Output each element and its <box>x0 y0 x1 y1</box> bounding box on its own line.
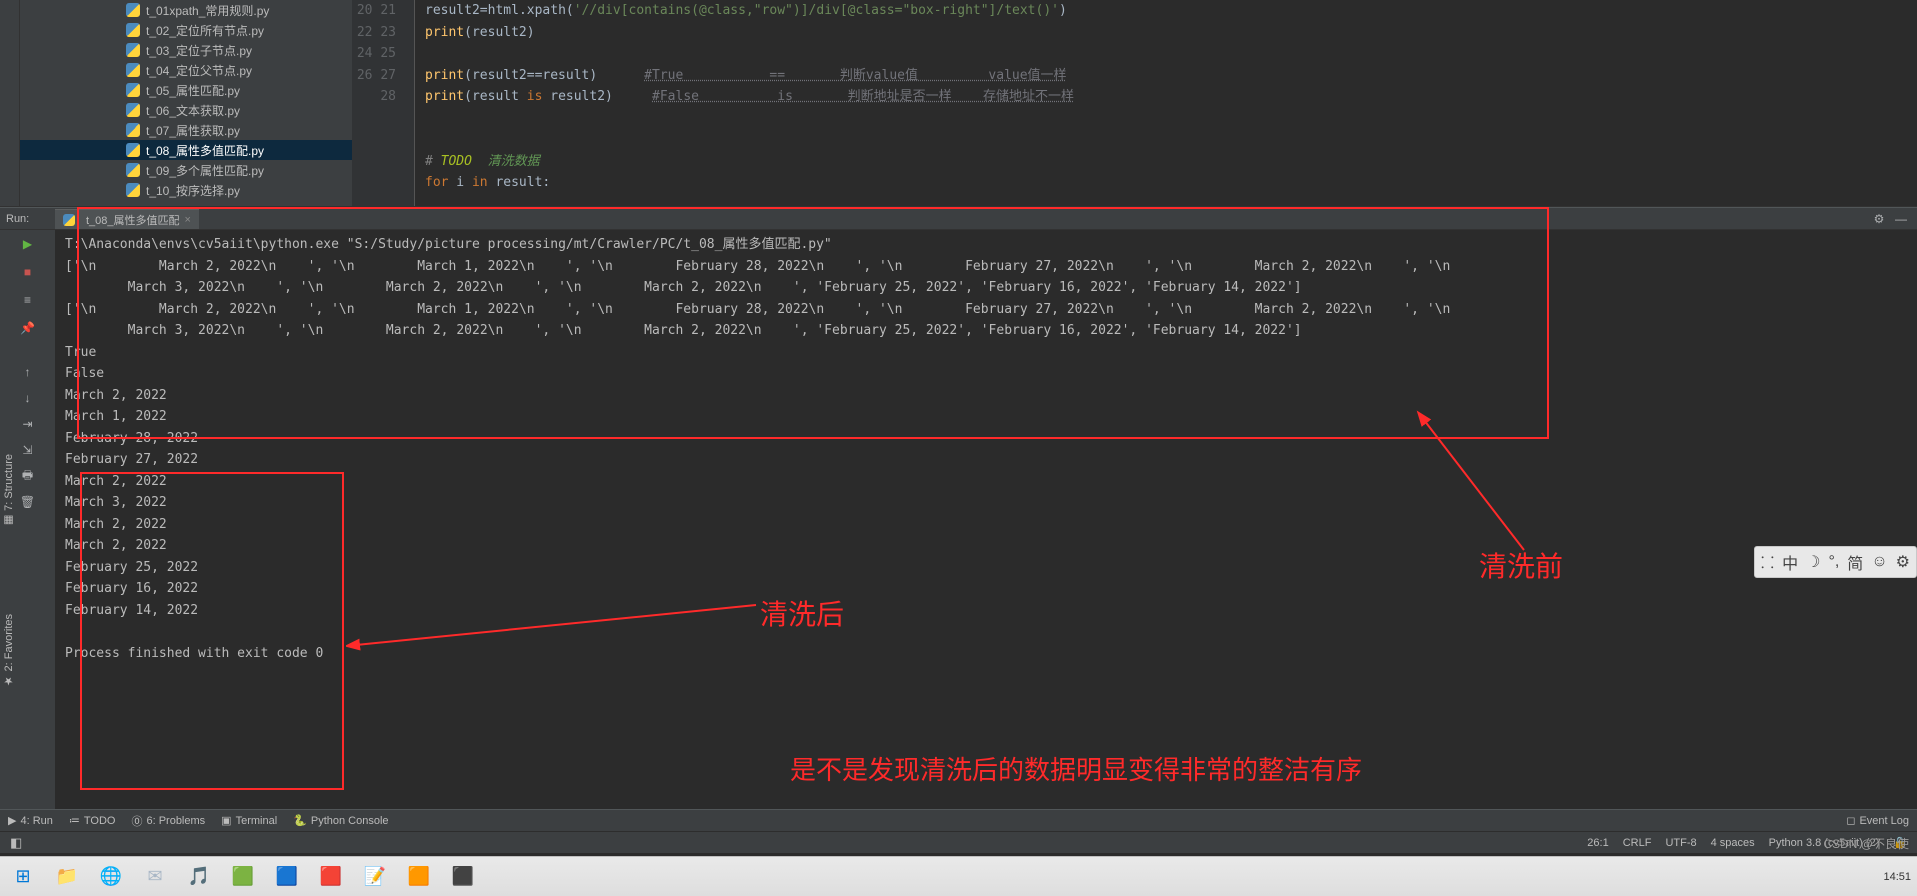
taskbar-app-icon[interactable]: 📝 <box>358 862 392 892</box>
tree-item-label: t_03_定位子节点.py <box>146 42 252 59</box>
taskbar-app-icon[interactable]: 🟥 <box>314 862 348 892</box>
code-content[interactable]: result2=html.xpath('//div[contains(@clas… <box>414 0 1917 206</box>
taskbar-app-icon[interactable]: ✉ <box>138 862 172 892</box>
python-file-icon <box>63 214 75 226</box>
tree-item-label: t_04_定位父节点.py <box>146 62 252 79</box>
windows-taskbar[interactable]: ⊞ 📁 🌐 ✉ 🎵 🟩 🟦 🟥 📝 🟧 ⬛ 14:51 <box>0 856 1917 896</box>
tree-item[interactable]: t_01xpath_常用规则.py <box>20 0 352 20</box>
problems-tab-button[interactable]: ⓪ 6: Problems <box>131 813 205 829</box>
up-icon[interactable]: ↑ <box>20 364 36 380</box>
ime-moon-icon[interactable]: ☽ <box>1806 552 1820 572</box>
encoding[interactable]: UTF-8 <box>1665 837 1696 849</box>
wrap-icon[interactable]: ⇥ <box>20 416 36 432</box>
run-label: Run: <box>0 208 55 230</box>
python-file-icon <box>126 183 140 197</box>
project-tree[interactable]: t_01xpath_常用规则.py t_02_定位所有节点.py t_03_定位… <box>20 0 352 206</box>
tree-item[interactable]: t_04_定位父节点.py <box>20 60 352 80</box>
tree-item[interactable]: t_03_定位子节点.py <box>20 40 352 60</box>
watermark: CSDN @不良使 <box>1823 835 1909 852</box>
event-log-button[interactable]: ◻ Event Log <box>1846 814 1909 827</box>
todo-tab-button[interactable]: ≔ TODO <box>69 814 116 827</box>
python-file-icon <box>126 43 140 57</box>
structure-tool-button[interactable]: ▦ 7: Structure <box>0 450 17 531</box>
python-file-icon <box>126 23 140 37</box>
run-tab[interactable]: t_08_属性多值匹配 × <box>55 209 199 229</box>
down-icon[interactable]: ↓ <box>20 390 36 406</box>
code-editor[interactable]: 20 21 22 23 24 25 26 27 28 result2=html.… <box>352 0 1917 206</box>
ime-settings-icon[interactable]: ⚙ <box>1896 552 1910 572</box>
run-tab-button[interactable]: ▶ 4: Run <box>8 814 53 827</box>
trash-icon[interactable]: 🗑 <box>20 494 36 510</box>
left-tool-strip <box>0 0 20 206</box>
print-icon[interactable]: 🖶 <box>20 468 36 484</box>
python-file-icon <box>126 103 140 117</box>
tool-window-icon[interactable]: ◧ <box>10 835 22 851</box>
ime-punct-toggle[interactable]: °, <box>1828 553 1839 571</box>
taskbar-app-icon[interactable]: 🟧 <box>402 862 436 892</box>
layout-icon[interactable]: ≡ <box>20 292 36 308</box>
taskbar-app-icon[interactable]: 📁 <box>50 862 84 892</box>
python-console-tab-button[interactable]: 🐍 Python Console <box>293 814 388 827</box>
line-separator[interactable]: CRLF <box>1623 837 1652 849</box>
status-bar: ◧ 26:1 CRLF UTF-8 4 spaces Python 3.8 (c… <box>0 831 1917 853</box>
terminal-tab-button[interactable]: ▣ Terminal <box>221 814 277 827</box>
taskbar-app-icon[interactable]: 🌐 <box>94 862 128 892</box>
tree-item-label: t_08_属性多值匹配.py <box>146 142 264 159</box>
taskbar-app-icon[interactable]: 🟦 <box>270 862 304 892</box>
python-file-icon <box>126 83 140 97</box>
tree-item-label: t_02_定位所有节点.py <box>146 22 264 39</box>
tray-clock[interactable]: 14:51 <box>1883 871 1911 883</box>
taskbar-app-icon[interactable]: 🎵 <box>182 862 216 892</box>
ime-emoji-icon[interactable]: ☺ <box>1871 553 1887 571</box>
tree-item[interactable]: t_02_定位所有节点.py <box>20 20 352 40</box>
rerun-icon[interactable]: ▶ <box>20 236 36 252</box>
tree-item[interactable]: t_09_多个属性匹配.py <box>20 160 352 180</box>
stop-icon[interactable]: ■ <box>20 264 36 280</box>
tree-item[interactable]: t_06_文本获取.py <box>20 100 352 120</box>
python-file-icon <box>126 3 140 17</box>
tree-item[interactable]: t_10_按序选择.py <box>20 180 352 200</box>
ime-simp-toggle[interactable]: 简 <box>1847 550 1863 574</box>
minimize-icon[interactable]: — <box>1893 211 1909 227</box>
run-tab-bar: t_08_属性多值匹配 × <box>55 208 1917 230</box>
ime-grip-icon[interactable]: ⸬ <box>1761 551 1774 573</box>
ime-floating-bar[interactable]: ⸬ 中 ☽ °, 简 ☺ ⚙ <box>1754 546 1917 578</box>
python-file-icon <box>126 163 140 177</box>
settings-icon[interactable]: ⚙ <box>1871 211 1887 227</box>
ime-lang-toggle[interactable]: 中 <box>1782 550 1798 574</box>
tree-item-selected[interactable]: t_08_属性多值匹配.py <box>20 140 352 160</box>
tree-item[interactable]: t_07_属性获取.py <box>20 120 352 140</box>
tree-item-label: t_10_按序选择.py <box>146 182 240 199</box>
tree-item-label: t_05_属性匹配.py <box>146 82 240 99</box>
start-button[interactable]: ⊞ <box>6 862 40 892</box>
tree-item-label: t_01xpath_常用规则.py <box>146 2 269 19</box>
python-file-icon <box>126 63 140 77</box>
console-output[interactable]: T:\Anaconda\envs\cv5aiit\python.exe "S:/… <box>55 230 1917 809</box>
tree-item-label: t_09_多个属性匹配.py <box>146 162 264 179</box>
run-tool-window: Run: ⚙ — ▶ ■ ≡ 📌 ↑ ↓ ⇥ ⇲ 🖶 🗑 <box>0 207 1917 809</box>
scroll-icon[interactable]: ⇲ <box>20 442 36 458</box>
python-file-icon <box>126 123 140 137</box>
tree-item-label: t_06_文本获取.py <box>146 102 240 119</box>
indent[interactable]: 4 spaces <box>1711 837 1755 849</box>
bottom-toolbar: ▶ 4: Run ≔ TODO ⓪ 6: Problems ▣ Terminal… <box>0 809 1917 831</box>
taskbar-app-icon[interactable]: ⬛ <box>446 862 480 892</box>
tree-item-label: t_07_属性获取.py <box>146 122 240 139</box>
taskbar-app-icon[interactable]: 🟩 <box>226 862 260 892</box>
favorites-tool-button[interactable]: ★ 2: Favorites <box>0 610 17 692</box>
close-icon[interactable]: × <box>185 214 191 226</box>
system-tray[interactable]: 14:51 <box>1883 871 1911 883</box>
gutter: 20 21 22 23 24 25 26 27 28 <box>352 0 414 206</box>
python-file-icon <box>126 143 140 157</box>
run-tab-label: t_08_属性多值匹配 <box>86 212 180 228</box>
pin-icon[interactable]: 📌 <box>20 320 36 336</box>
tree-item[interactable]: t_05_属性匹配.py <box>20 80 352 100</box>
caret-position[interactable]: 26:1 <box>1587 837 1608 849</box>
